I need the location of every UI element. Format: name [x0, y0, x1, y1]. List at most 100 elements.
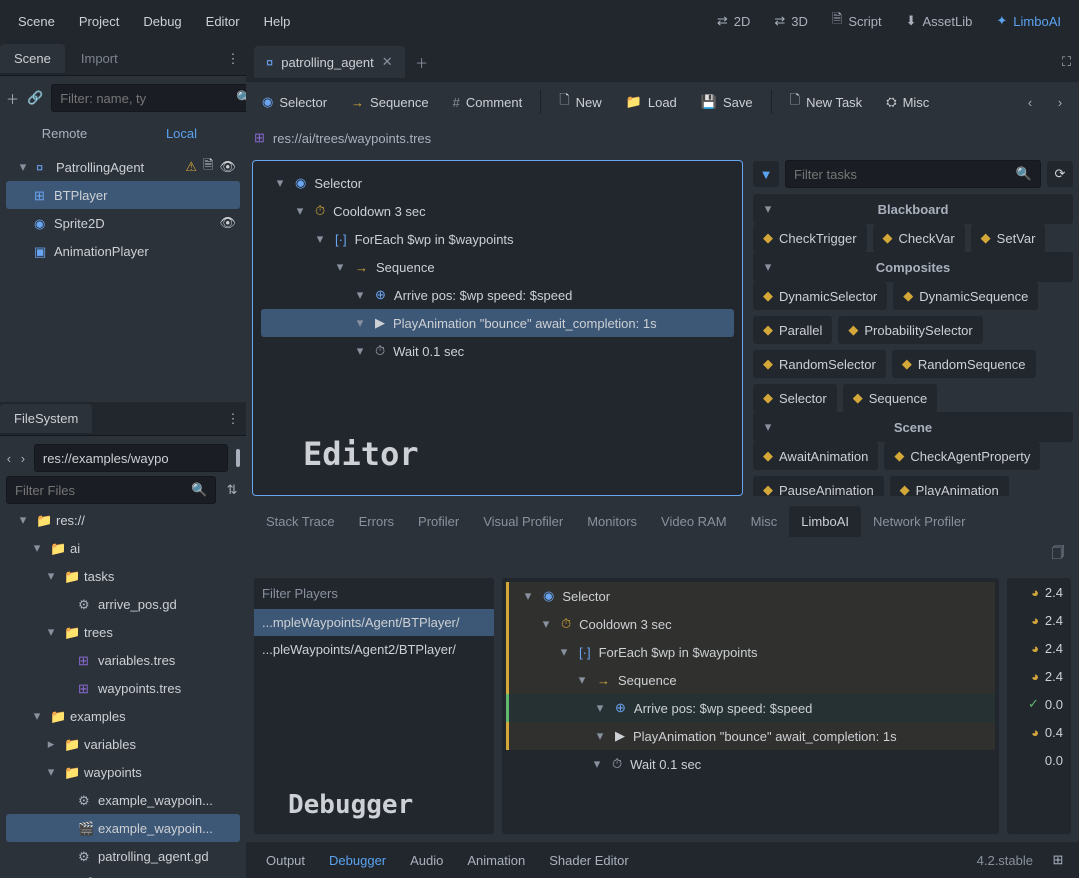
fs-back-button[interactable]: ‹ [6, 445, 12, 471]
debug-node[interactable]: ▾ ⏱ Cooldown 3 sec [506, 610, 995, 638]
category-header[interactable]: ▾Composites [753, 252, 1073, 282]
chevron-down-icon[interactable]: ▾ [273, 175, 287, 191]
bt-node[interactable]: ▾ ⏱ Cooldown 3 sec [261, 197, 734, 225]
bt-node[interactable]: ▾ [·] ForEach $wp in $waypoints [261, 225, 734, 253]
chevron-icon[interactable]: ▸ [44, 736, 58, 752]
debug-node[interactable]: ▾ ▶ PlayAnimation "bounce" await_complet… [506, 722, 995, 750]
subtab-local[interactable]: Local [123, 120, 240, 147]
task-chip[interactable]: ◆CheckAgentProperty [884, 442, 1040, 470]
fs-path-box[interactable] [34, 444, 228, 472]
debugger-tab[interactable]: Visual Profiler [471, 506, 575, 537]
bottom-panel-tab[interactable]: Animation [455, 847, 537, 874]
task-chip[interactable]: ◆ProbabilitySelector [838, 316, 982, 344]
debugger-tab[interactable]: LimboAI [789, 506, 861, 537]
chevron-down-icon[interactable]: ▾ [761, 259, 775, 275]
view-limboai[interactable]: ✦LimboAI [986, 9, 1071, 33]
scene-node[interactable]: ⊞ BTPlayer [6, 181, 240, 209]
fs-entry[interactable]: ▾ 📁 waypoints [6, 758, 240, 786]
layout-icon[interactable]: ⊞ [1045, 847, 1071, 873]
fs-entry[interactable]: ▸ 📁 variables [6, 730, 240, 758]
fs-entry[interactable]: ⊞ variables.tres [6, 646, 240, 674]
debugger-tab[interactable]: Misc [739, 506, 790, 537]
chevron-icon[interactable]: ▾ [30, 708, 44, 724]
fs-filter-input[interactable] [15, 483, 191, 498]
visibility-icon[interactable]: 👁 [219, 215, 236, 231]
toolbar-save[interactable]: 💾Save [691, 88, 763, 116]
copy-icon[interactable]: 🗍 [1045, 542, 1071, 568]
chevron-down-icon[interactable]: ▾ [293, 203, 307, 219]
task-chip[interactable]: ◆RandomSequence [892, 350, 1036, 378]
debug-node[interactable]: ▾ ⏱ Wait 0.1 sec [506, 750, 995, 778]
chevron-icon[interactable]: ▾ [44, 764, 58, 780]
task-chip[interactable]: ◆Selector [753, 384, 837, 412]
debug-node[interactable]: ▾ → Sequence [506, 666, 995, 694]
scene-node[interactable]: ▣ AnimationPlayer [6, 237, 240, 265]
fs-entry[interactable]: 🎬 patrolling_agent.t... [6, 870, 240, 878]
toolbar-new-task[interactable]: 🗋New Task [780, 85, 873, 119]
task-chip[interactable]: ◆DynamicSequence [893, 282, 1038, 310]
debug-node[interactable]: ▾ [·] ForEach $wp in $waypoints [506, 638, 995, 666]
fs-entry[interactable]: ▾ 📁 res:// [6, 506, 240, 534]
bt-node[interactable]: ▾ → Sequence [261, 253, 734, 281]
task-filter[interactable]: 🔍 [785, 160, 1041, 188]
task-chip[interactable]: ◆CheckTrigger [753, 224, 867, 252]
chevron-down-icon[interactable]: ▾ [593, 728, 607, 744]
debugger-tab[interactable]: Stack Trace [254, 506, 347, 537]
category-header[interactable]: ▾Scene [753, 412, 1073, 442]
bottom-panel-tab[interactable]: Debugger [317, 847, 398, 874]
fs-entry[interactable]: ⊞ waypoints.tres [6, 674, 240, 702]
chevron-down-icon[interactable]: ▾ [333, 259, 347, 275]
chevron-down-icon[interactable]: ▾ [539, 616, 553, 632]
bt-node[interactable]: ▾ ⏱ Wait 0.1 sec [261, 337, 734, 365]
filter-icon[interactable]: ▼ [753, 161, 779, 187]
menu-editor[interactable]: Editor [196, 10, 250, 33]
chevron-down-icon[interactable]: ▾ [353, 287, 367, 303]
new-tab-button[interactable]: ＋ [407, 47, 437, 77]
chevron-down-icon[interactable]: ▾ [313, 231, 327, 247]
fs-entry[interactable]: ⚙ arrive_pos.gd [6, 590, 240, 618]
task-chip[interactable]: ◆Sequence [843, 384, 938, 412]
bt-node[interactable]: ▾ ⊕ Arrive pos: $wp speed: $speed [261, 281, 734, 309]
task-filter-input[interactable] [794, 167, 1016, 182]
chevron-down-icon[interactable]: ▾ [16, 159, 30, 175]
debugger-tab[interactable]: Monitors [575, 506, 649, 537]
debugger-tab[interactable]: Errors [347, 506, 406, 537]
task-chip[interactable]: ◆DynamicSelector [753, 282, 887, 310]
fs-filter-box[interactable]: 🔍 [6, 476, 216, 504]
scene-filter[interactable]: 🔍 [51, 84, 261, 112]
tab-import[interactable]: Import [67, 44, 132, 73]
history-back[interactable]: ‹ [1017, 89, 1043, 115]
chevron-down-icon[interactable]: ▾ [575, 672, 589, 688]
scene-filter-input[interactable] [60, 91, 236, 106]
subtab-remote[interactable]: Remote [6, 120, 123, 147]
fs-entry[interactable]: ▾ 📁 tasks [6, 562, 240, 590]
fs-dock-menu-icon[interactable]: ⋮ [220, 406, 246, 432]
toolbar-load[interactable]: 📁Load [616, 88, 687, 116]
chevron-down-icon[interactable]: ▾ [353, 315, 367, 331]
visibility-icon[interactable]: 👁 [219, 159, 236, 175]
tab-scene[interactable]: Scene [0, 44, 65, 73]
scene-node[interactable]: ▾ ¤ PatrollingAgent ⚠ 🗎 👁 [6, 153, 240, 181]
behavior-tree-editor[interactable]: ▾ ◉ Selector ▾ ⏱ Cooldown 3 sec ▾ [·] Fo… [252, 160, 743, 496]
fs-entry[interactable]: ⚙ patrolling_agent.gd [6, 842, 240, 870]
link-node-button[interactable]: 🔗 [27, 85, 43, 111]
chevron-icon[interactable]: ▾ [44, 568, 58, 584]
chevron-down-icon[interactable]: ▾ [593, 700, 607, 716]
menu-debug[interactable]: Debug [133, 10, 191, 33]
fs-entry[interactable]: 🎬 example_waypoin... [6, 814, 240, 842]
menu-project[interactable]: Project [69, 10, 129, 33]
debug-node[interactable]: ▾ ⊕ Arrive pos: $wp speed: $speed [506, 694, 995, 722]
fs-entry[interactable]: ⚙ example_waypoin... [6, 786, 240, 814]
task-chip[interactable]: ◆PlayAnimation [890, 476, 1009, 496]
close-tab-icon[interactable]: ✕ [382, 54, 393, 70]
fs-entry[interactable]: ▾ 📁 examples [6, 702, 240, 730]
task-chip[interactable]: ◆PauseAnimation [753, 476, 884, 496]
fs-thumb-button[interactable] [236, 449, 240, 467]
bt-node[interactable]: ▾ ▶ PlayAnimation "bounce" await_complet… [261, 309, 734, 337]
view-3d[interactable]: ⇄3D [764, 9, 818, 33]
script-icon[interactable]: 🗎 [203, 156, 213, 178]
chevron-icon[interactable]: ▾ [44, 624, 58, 640]
toolbar-misc[interactable]: ⛭Misc [876, 88, 939, 116]
chevron-icon[interactable]: ▾ [16, 512, 30, 528]
task-chip[interactable]: ◆RandomSelector [753, 350, 886, 378]
